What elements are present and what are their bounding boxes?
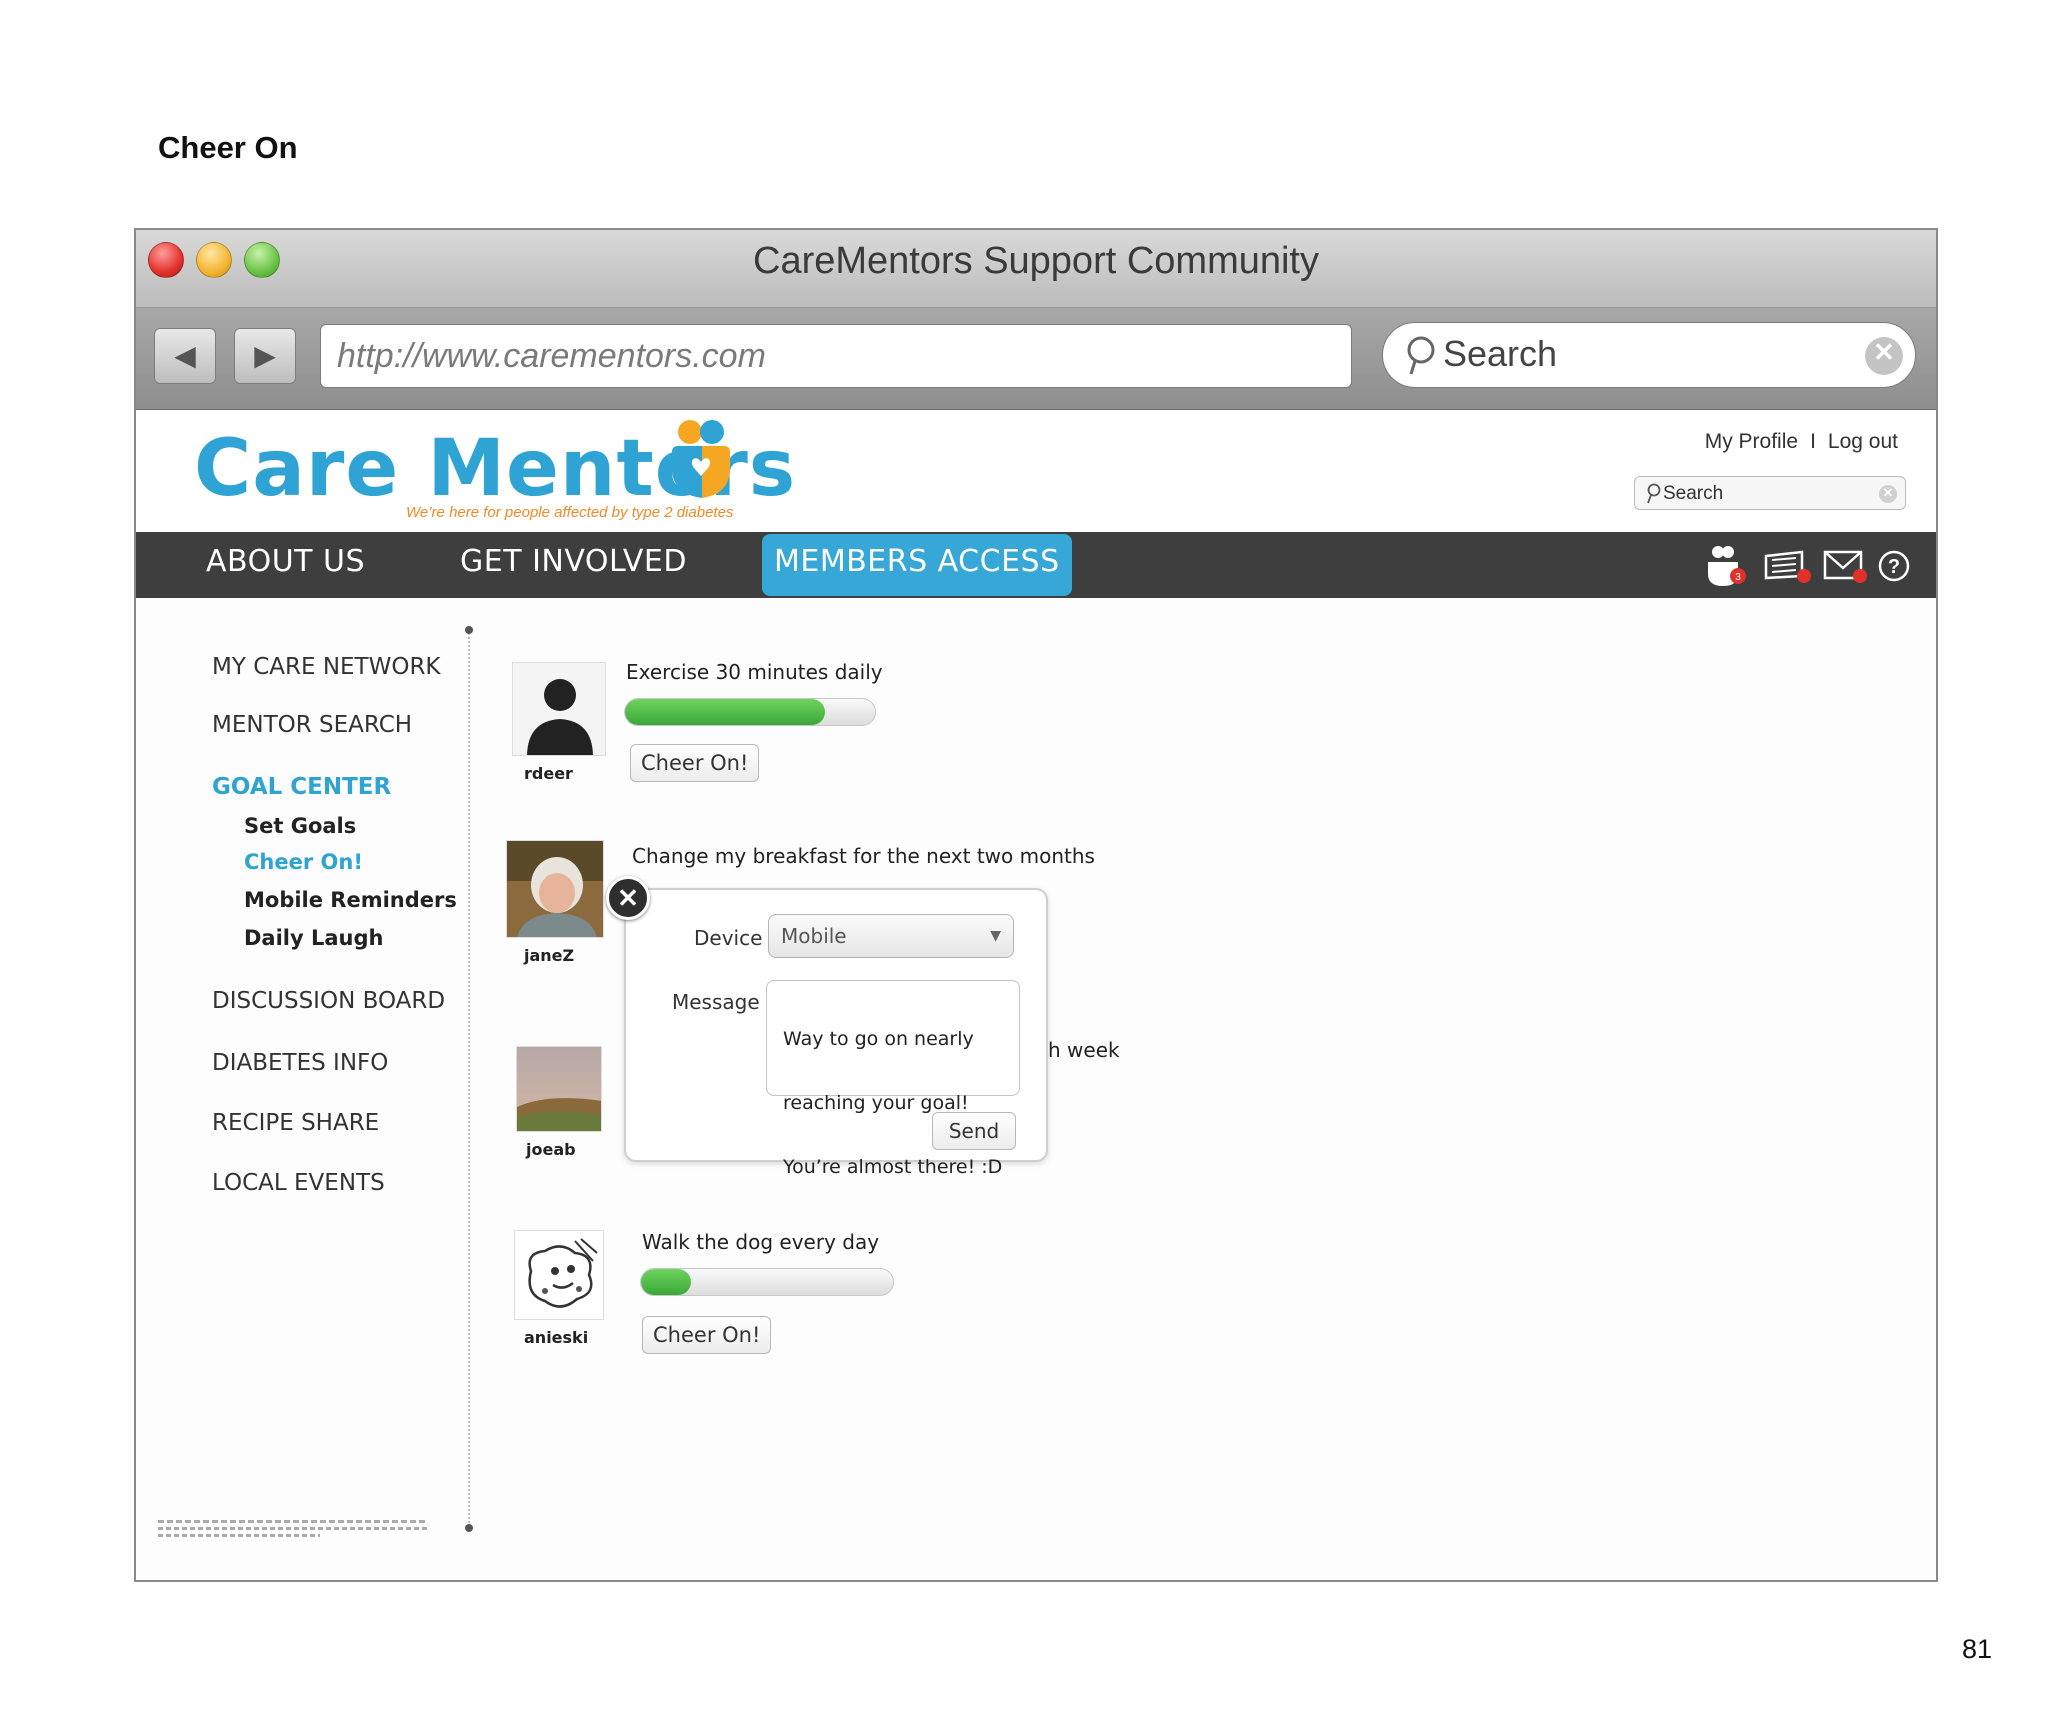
cartoon-dog-drawing [515,1231,603,1319]
device-select-value: Mobile [781,924,847,948]
address-bar[interactable]: http://www.carementors.com [320,324,1352,388]
sidebar-item-goal-center[interactable]: GOAL CENTER [212,774,391,800]
message-textarea[interactable]: Way to go on nearly reaching your goal! … [766,980,1020,1178]
sidebar-item-mentor-search[interactable]: MENTOR SEARCH [212,712,412,738]
cheer-on-button[interactable]: Cheer On! [642,1316,772,1354]
device-select[interactable]: Mobile ▼ [768,914,1014,958]
goal-progress-bar [640,1268,894,1296]
sidebar-item-recipe-share[interactable]: RECIPE SHARE [212,1110,379,1136]
goal-title: Change my breakfast for the next two mon… [632,844,1095,868]
send-button[interactable]: Send [932,1112,1016,1150]
close-icon[interactable]: ✕ [606,876,650,920]
my-profile-link[interactable]: My Profile [1705,430,1798,453]
tagline: We’re here for people affected by type 2… [406,504,734,521]
avatar[interactable] [516,1046,602,1132]
message-line: Way to go on nearly [783,1028,974,1050]
search-icon [1407,336,1435,375]
care-mentors-logo-icon [672,420,730,498]
forward-button[interactable]: ▶ [234,328,296,384]
goal-progress-fill [625,699,825,725]
user-links: My Profile I Log out [1705,430,1898,454]
footer-legal-text [158,1520,428,1537]
username[interactable]: rdeer [524,764,573,783]
avatar[interactable] [506,840,604,938]
mentors-notification-icon[interactable]: 3 [1702,544,1748,588]
sidebar-subitem-mobile-reminders[interactable]: Mobile Reminders [244,888,457,912]
nav-about-us[interactable]: ABOUT US [206,544,365,579]
back-button[interactable]: ◀ [154,328,216,384]
sidebar-item-diabetes-info[interactable]: DIABETES INFO [212,1050,388,1076]
main-navigation: ABOUT US GET INVOLVED MEMBERS ACCESS 3 ? [136,532,1936,598]
clear-search-icon[interactable]: ✕ [1865,337,1903,375]
avatar[interactable] [514,1230,604,1320]
message-line: You’re almost there! :D [783,1156,1003,1178]
browser-search-placeholder: Search [1443,333,1558,374]
clear-search-icon[interactable]: ✕ [1879,485,1897,503]
goal-title: Exercise 30 minutes daily [626,660,883,684]
goal-title-partial: h week [1048,1038,1120,1062]
username[interactable]: janeZ [524,946,574,965]
page-title: Cheer On [158,130,298,165]
goal-progress-bar [624,698,876,726]
nav-get-involved[interactable]: GET INVOLVED [460,544,687,579]
sidebar-item-my-care-network[interactable]: MY CARE NETWORK [212,654,441,680]
user-photo [507,841,603,937]
cheer-on-button[interactable]: Cheer On! [630,744,760,782]
sidebar-subitem-cheer-on[interactable]: Cheer On! [244,850,363,874]
username[interactable]: anieski [524,1328,588,1347]
sidebar-divider [468,630,470,1530]
forward-arrow-icon: ▶ [254,340,276,371]
title-bar: CareMentors Support Community [136,230,1936,308]
chevron-down-icon: ▼ [990,928,1001,944]
search-icon [1647,483,1661,504]
window-title: CareMentors Support Community [753,240,1319,282]
default-user-silhouette-icon [513,663,605,755]
messages-list-icon[interactable] [1762,544,1814,588]
sidebar-item-local-events[interactable]: LOCAL EVENTS [212,1170,385,1196]
browser-window: CareMentors Support Community ◀ ▶ http:/… [134,228,1938,1582]
nav-members-access[interactable]: MEMBERS ACCESS [762,534,1072,596]
divider-end-dot [465,626,473,634]
page-number: 81 [1961,1634,1992,1664]
divider-end-dot [465,1524,473,1532]
svg-text:?: ? [1888,556,1900,578]
site-search-input[interactable]: Search ✕ [1634,476,1906,510]
site-search-placeholder: Search [1663,483,1724,504]
back-arrow-icon: ◀ [174,340,196,371]
sidebar-subitem-set-goals[interactable]: Set Goals [244,814,356,838]
sidebar-item-discussion-board[interactable]: DISCUSSION BOARD [212,988,445,1014]
site-header: Care Mentors We’re here for people affec… [136,410,1936,532]
browser-toolbar: ◀ ▶ http://www.carementors.com Search ✕ [136,308,1936,410]
mail-icon[interactable] [1822,544,1870,588]
message-label: Message [672,990,760,1014]
goal-title: Walk the dog every day [642,1230,880,1254]
link-separator: I [1810,430,1816,453]
goal-progress-fill [641,1269,692,1295]
browser-search-field[interactable]: Search ✕ [1382,322,1916,388]
svg-text:3: 3 [1735,572,1741,583]
avatar[interactable] [512,662,606,756]
username[interactable]: joeab [526,1140,576,1159]
device-label: Device [694,926,763,950]
help-icon[interactable]: ? [1874,544,1914,588]
user-photo [517,1047,601,1131]
sidebar-subitem-daily-laugh[interactable]: Daily Laugh [244,926,383,950]
cheer-message-panel: Device Mobile ▼ Message Way to go on near… [624,888,1048,1178]
log-out-link[interactable]: Log out [1828,430,1898,453]
